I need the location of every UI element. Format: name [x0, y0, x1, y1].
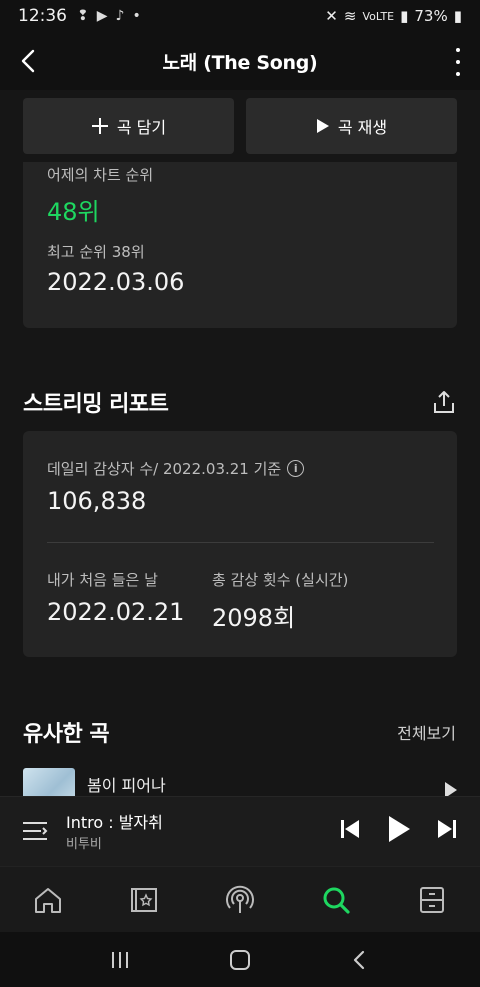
daily-listeners-label-row: 데일리 감상자 수/ 2022.03.21 기준 i	[47, 458, 305, 479]
battery-percent: 73%	[414, 7, 448, 25]
add-song-label: 곡 담기	[116, 118, 167, 137]
now-playing-title: Intro : 발자취	[66, 813, 163, 832]
more-options-icon[interactable]	[454, 48, 462, 76]
library-icon	[131, 887, 157, 912]
app-header: 노래 (The Song)	[0, 32, 480, 90]
best-rank-date: 2022.03.06	[47, 268, 185, 296]
play-icon[interactable]	[445, 782, 457, 796]
similar-songs-title: 유사한 곡	[23, 722, 110, 747]
first-listen-label: 내가 처음 들은 날	[47, 571, 158, 589]
nav-library[interactable]	[120, 876, 168, 924]
daily-listeners-label: 데일리 감상자 수/ 2022.03.21 기준	[47, 460, 282, 478]
see-all-link[interactable]: 전체보기	[397, 720, 456, 744]
action-row: 곡 담기 곡 재생	[23, 98, 457, 154]
add-song-button[interactable]: 곡 담기	[23, 98, 234, 154]
nav-radio[interactable]	[216, 876, 264, 924]
next-icon[interactable]	[437, 817, 457, 841]
signal-icon: ▮	[400, 7, 409, 25]
previous-icon[interactable]	[340, 817, 360, 841]
first-listen-value: 2022.02.21	[47, 598, 185, 626]
search-icon	[323, 887, 350, 914]
radio-icon	[226, 885, 254, 913]
total-plays-value: 2098회	[212, 604, 296, 632]
info-icon[interactable]: i	[287, 460, 305, 477]
yesterday-rank-value: 48위	[47, 198, 100, 226]
dot-icon: •	[132, 8, 141, 24]
divider	[47, 542, 434, 543]
back-arrow-icon[interactable]	[14, 46, 44, 76]
recent-apps-icon[interactable]	[109, 949, 131, 971]
status-bar: 12:36 ❢ ▶ ♪ • ✕ ≋ VoLTE ▮ 73% ▮	[0, 0, 480, 32]
play-icon	[316, 119, 329, 133]
nav-more[interactable]	[408, 876, 456, 924]
play-pause-icon[interactable]	[386, 814, 412, 844]
home-icon	[35, 887, 61, 913]
plus-icon	[91, 118, 108, 134]
yesterday-rank-label: 어제의 차트 순위	[47, 166, 154, 184]
similar-song-title: 봄이 피어나	[87, 776, 166, 795]
tiktok-icon: ♪	[115, 8, 125, 24]
streaming-report-title: 스트리밍 리포트	[23, 392, 169, 417]
status-left-icons: ❢ ▶ ♪ •	[77, 8, 141, 24]
system-back-icon[interactable]	[349, 949, 371, 971]
album-art	[23, 768, 75, 796]
drawer-icon	[420, 886, 444, 913]
list-item[interactable]: 봄이 피어나	[23, 768, 457, 796]
playlist-icon[interactable]	[22, 819, 48, 843]
total-plays-label: 총 감상 횟수 (실시간)	[212, 571, 349, 589]
wifi-icon: ≋	[343, 7, 357, 25]
home-button-icon[interactable]	[228, 948, 252, 972]
page-title: 노래 (The Song)	[162, 51, 318, 74]
notification-icon: ❢	[77, 8, 89, 24]
share-icon[interactable]	[432, 389, 456, 415]
best-rank-label: 최고 순위 38위	[47, 243, 145, 261]
play-song-button[interactable]: 곡 재생	[246, 98, 457, 154]
battery-icon: ▮	[453, 7, 462, 25]
youtube-icon: ▶	[96, 8, 108, 24]
nav-search[interactable]	[312, 876, 360, 924]
streaming-report-card: 데일리 감상자 수/ 2022.03.21 기준 i 106,838 내가 처음…	[23, 431, 457, 657]
bottom-nav	[0, 866, 480, 932]
chart-rank-card: 어제의 차트 순위 48위 최고 순위 38위 2022.03.06	[23, 162, 457, 328]
play-song-label: 곡 재생	[337, 118, 388, 137]
status-time: 12:36	[18, 6, 67, 26]
system-nav-bar	[0, 932, 480, 987]
now-playing-artist: 비투비	[66, 837, 102, 852]
nav-home[interactable]	[24, 876, 72, 924]
daily-listeners-value: 106,838	[47, 487, 147, 515]
volte-icon: VoLTE	[362, 9, 395, 23]
mini-player[interactable]: Intro : 발자취 비투비	[0, 796, 480, 866]
mute-icon: ✕	[325, 7, 338, 25]
status-right: ✕ ≋ VoLTE ▮ 73% ▮	[325, 7, 462, 25]
